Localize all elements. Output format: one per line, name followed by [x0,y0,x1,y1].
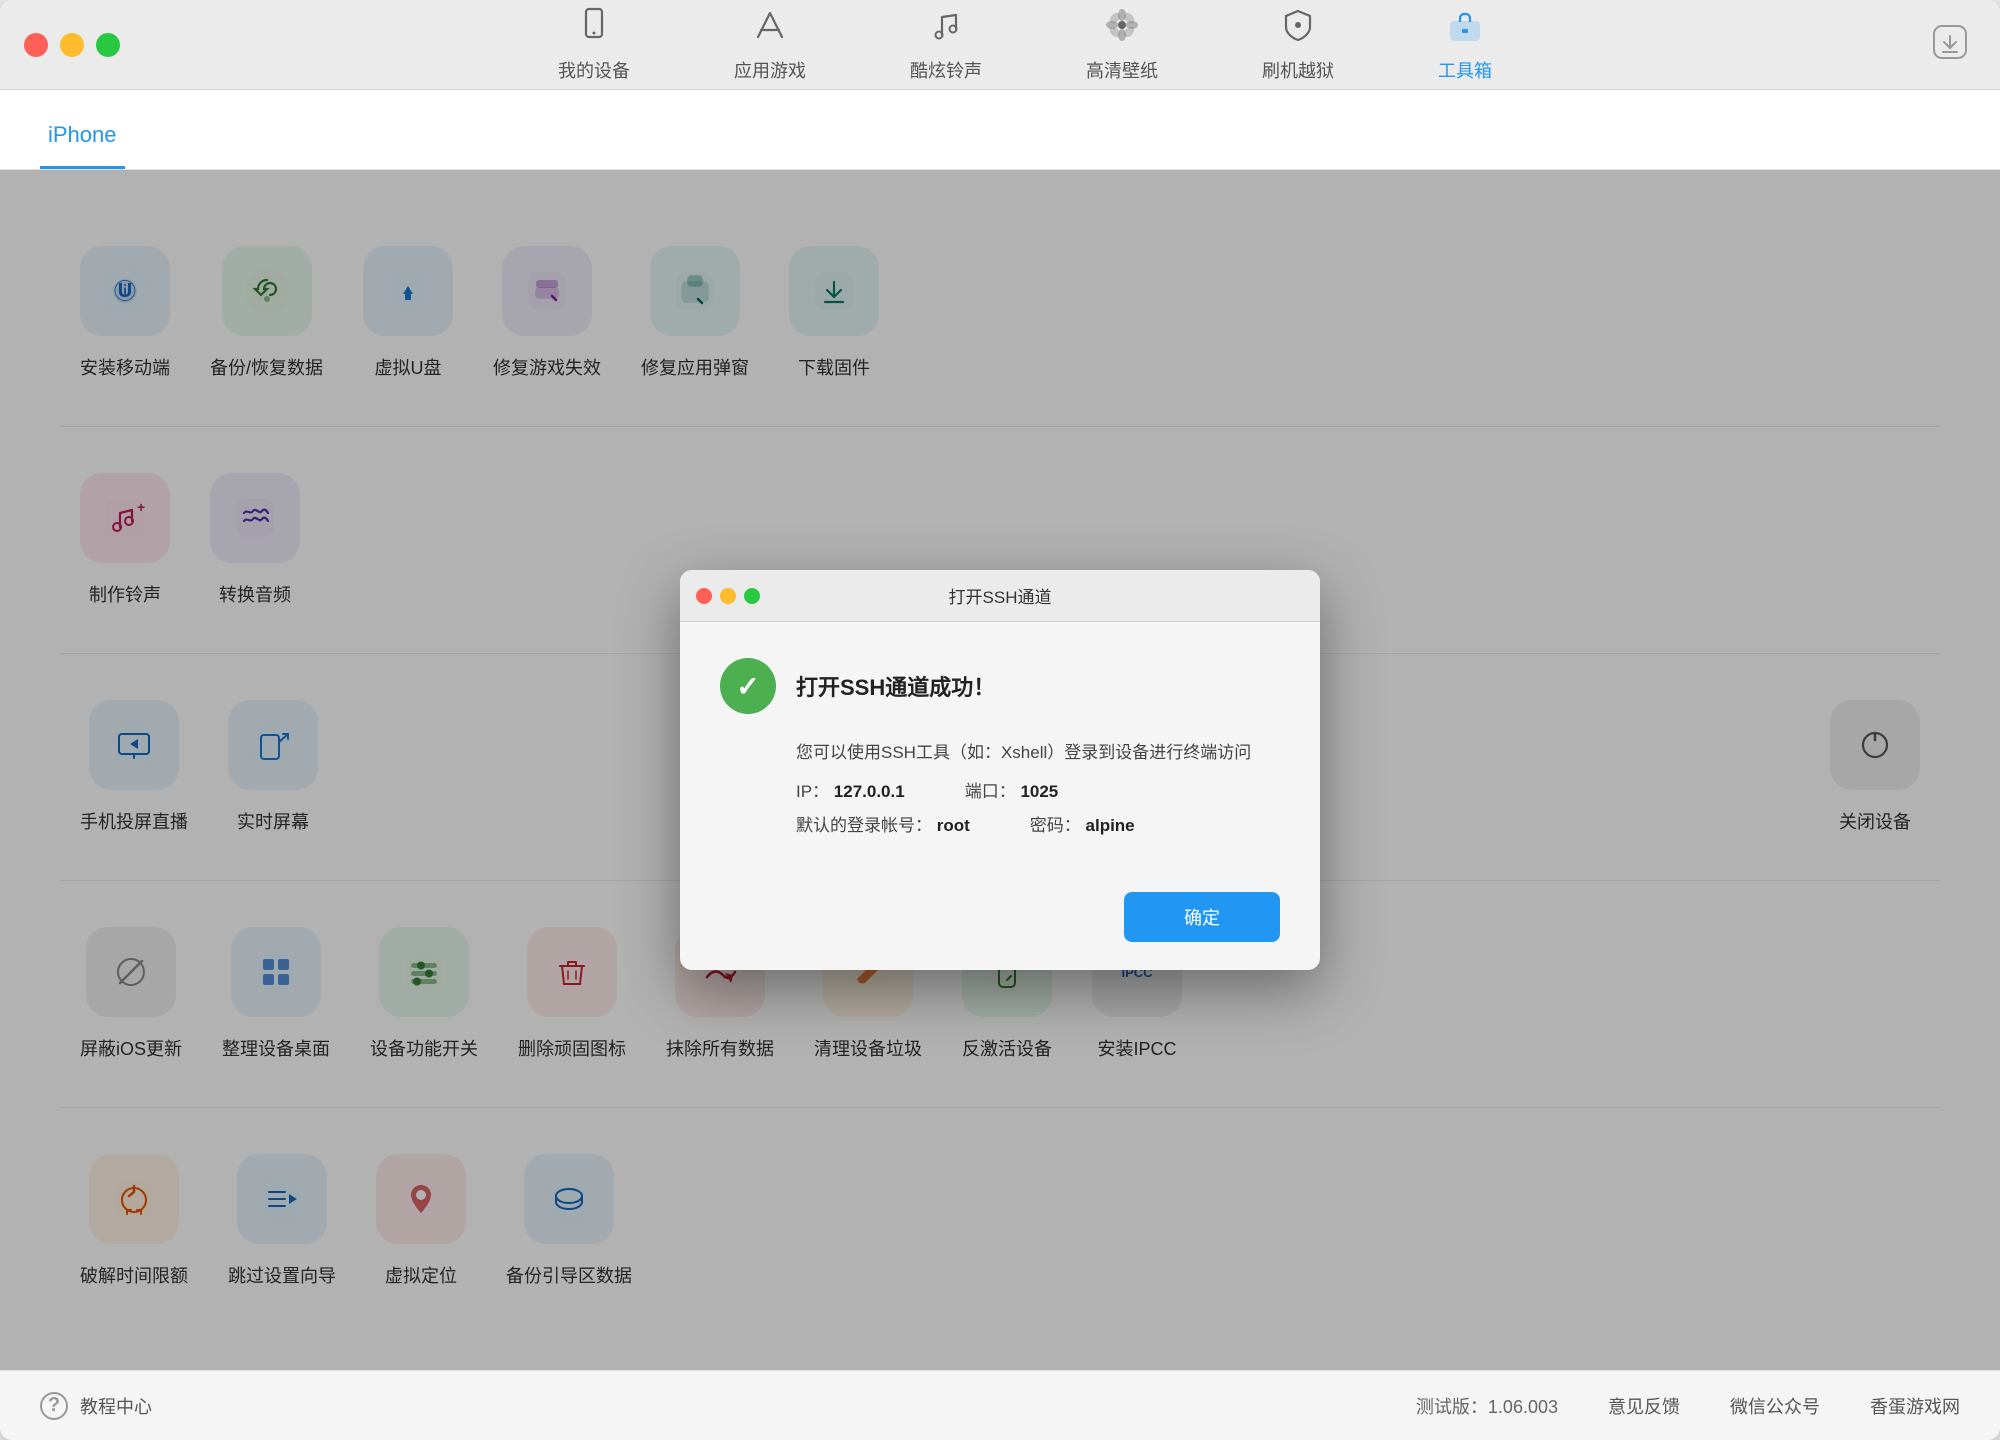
ip-label: IP： 127.0.0.1 [796,777,905,808]
tutorial-label[interactable]: 教程中心 [80,1393,152,1419]
tabbar: iPhone [0,90,2000,170]
version-label: 测试版：1.06.003 [1416,1393,1558,1419]
login-label-text: 默认的登录帐号： [796,816,932,835]
success-text: 打开SSH通道成功！ [796,670,995,702]
minimize-button[interactable] [60,33,84,57]
modal-titlebar: 打开SSH通道 [680,570,1320,622]
password-label-text: 密码： [1030,816,1081,835]
ip-row: IP： 127.0.0.1 端口： 1025 [796,777,1280,808]
modal-title: 打开SSH通道 [949,583,1052,608]
login-value: root [937,816,970,835]
login-row: 默认的登录帐号： root 密码： alpine [796,811,1280,842]
statusbar-right: 测试版：1.06.003 意见反馈 微信公众号 香蛋游戏网 [1416,1393,1960,1419]
traffic-lights [0,33,120,57]
modal-info-detail: IP： 127.0.0.1 端口： 1025 默认的登录帐号 [796,777,1280,842]
modal-close-button[interactable] [696,588,712,604]
nav-wallpapers[interactable]: 高清壁纸 [1074,0,1170,91]
wechat-label[interactable]: 微信公众号 [1730,1393,1820,1419]
download-icon [1930,22,1970,62]
nav-toolbox-label: 工具箱 [1438,57,1492,83]
nav-wallpapers-label: 高清壁纸 [1086,57,1158,83]
modal-info: 您可以使用SSH工具（如：Xshell）登录到设备进行终端访问 IP： 127.… [796,738,1280,842]
modal-overlay: 打开SSH通道 ✓ 打开SSH通道成功！ 您可以使用SSH工具（如：Xshell… [0,170,2000,1370]
nav-ringtones[interactable]: 酷炫铃声 [898,0,994,91]
nav-toolbox[interactable]: 工具箱 [1426,0,1504,91]
music-icon [928,7,964,51]
tutorial-icon: ? [40,1392,68,1420]
modal-maximize-button[interactable] [744,588,760,604]
feedback-label[interactable]: 意见反馈 [1608,1393,1680,1419]
ssh-modal: 打开SSH通道 ✓ 打开SSH通道成功！ 您可以使用SSH工具（如：Xshell… [680,570,1320,970]
nav-my-device-label: 我的设备 [558,57,630,83]
main-nav: 我的设备 应用游戏 [120,0,1930,91]
port-value: 1025 [1020,782,1058,801]
flower-icon [1104,7,1140,51]
close-button[interactable] [24,33,48,57]
nav-ringtones-label: 酷炫铃声 [910,57,982,83]
nav-my-device[interactable]: 我的设备 [546,0,642,91]
nav-apps-games[interactable]: 应用游戏 [722,0,818,91]
modal-traffic-lights [696,588,760,604]
modal-body: ✓ 打开SSH通道成功！ 您可以使用SSH工具（如：Xshell）登录到设备进行… [680,622,1320,872]
statusbar: ? 教程中心 测试版：1.06.003 意见反馈 微信公众号 香蛋游戏网 [0,1370,2000,1440]
download-area[interactable] [1930,22,2000,67]
statusbar-left: ? 教程中心 [40,1392,1416,1420]
shield-icon [1280,7,1316,51]
password-value: alpine [1086,816,1135,835]
nav-jailbreak-label: 刷机越狱 [1262,57,1334,83]
maximize-button[interactable] [96,33,120,57]
confirm-button[interactable]: 确定 [1124,892,1280,942]
port-label: 端口： 1025 [965,777,1059,808]
success-icon: ✓ [720,658,776,714]
ssh-desc: 您可以使用SSH工具（如：Xshell）登录到设备进行终端访问 [796,738,1280,769]
success-row: ✓ 打开SSH通道成功！ [720,658,1280,714]
checkmark-icon: ✓ [736,670,759,703]
password-label: 密码： alpine [1030,811,1135,842]
nav-jailbreak[interactable]: 刷机越狱 [1250,0,1346,91]
tab-iphone[interactable]: iPhone [40,122,125,169]
main-window: 我的设备 应用游戏 [0,0,2000,1440]
apps-icon [752,7,788,51]
ip-label-text: IP： [796,782,829,801]
titlebar: 我的设备 应用游戏 [0,0,2000,90]
main-content: ⓘ U 安装移动端 备份/恢复数据 [0,170,2000,1370]
port-label-text: 端口： [965,782,1016,801]
modal-minimize-button[interactable] [720,588,736,604]
device-icon [576,7,612,51]
partner-label[interactable]: 香蛋游戏网 [1870,1393,1960,1419]
modal-footer: 确定 [680,872,1320,970]
login-label: 默认的登录帐号： root [796,811,970,842]
nav-apps-label: 应用游戏 [734,57,806,83]
ip-value: 127.0.0.1 [834,782,905,801]
toolbox-icon [1447,7,1483,51]
